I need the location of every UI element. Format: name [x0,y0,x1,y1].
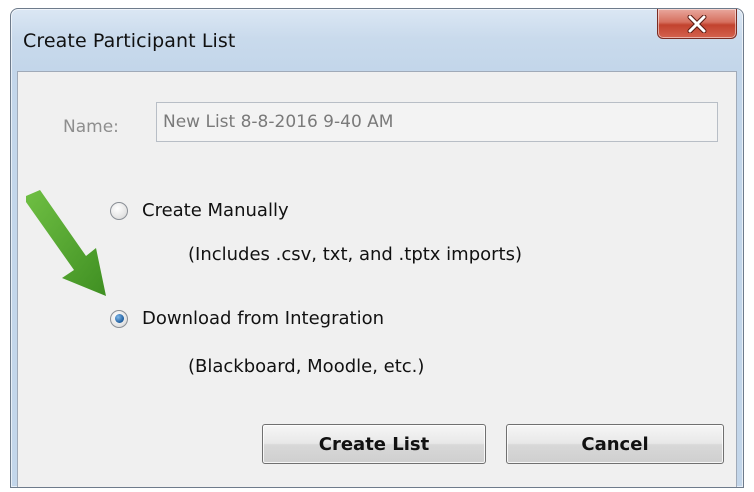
download-integration-label: Download from Integration [142,308,384,329]
radio-selected-dot [114,314,124,323]
dialog-body: Name: Create Manually (Includes .csv, tx… [17,71,737,487]
name-input[interactable] [156,102,718,142]
download-integration-option[interactable]: Download from Integration [110,308,384,329]
create-manually-option[interactable]: Create Manually [110,200,289,221]
cancel-button[interactable]: Cancel [506,424,724,464]
dialog-window: Create Participant List Name: Create Man… [10,8,744,488]
dialog-title: Create Participant List [23,30,236,52]
download-integration-note: (Blackboard, Moodle, etc.) [188,356,425,377]
create-list-button[interactable]: Create List [262,424,486,464]
close-x-icon [687,14,707,33]
close-button[interactable] [657,9,737,39]
title-bar: Create Participant List [11,9,743,71]
download-integration-radio[interactable] [110,309,128,328]
name-label: Name: [63,117,119,137]
create-manually-label: Create Manually [142,200,289,221]
green-arrow-icon [26,190,106,296]
create-manually-note: (Includes .csv, txt, and .tptx imports) [188,244,523,265]
